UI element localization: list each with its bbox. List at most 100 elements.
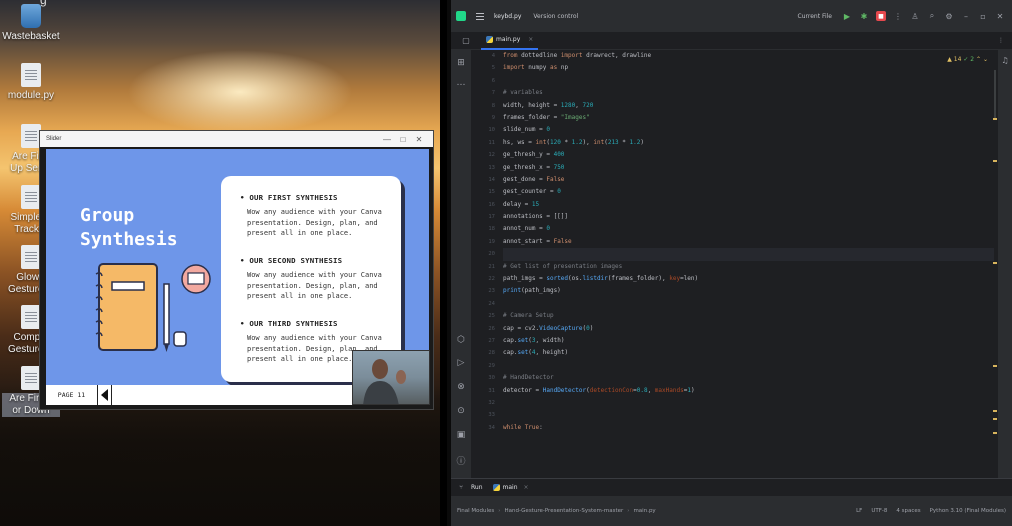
code-line[interactable]: detector = HandDetector(detectionCon=0.8…	[503, 385, 994, 397]
code-line[interactable]: annotations = [[]]	[503, 211, 994, 223]
interpreter-indicator[interactable]: Python 3.10 (Final Modules)	[930, 508, 1006, 514]
file-icon	[21, 124, 41, 148]
eraser-icon	[173, 331, 187, 347]
line-number: 15	[488, 189, 495, 196]
warning-marker[interactable]	[993, 262, 997, 264]
restore-window-icon[interactable]: ▫	[978, 11, 988, 21]
tab-options-icon[interactable]: ⋮	[998, 37, 1004, 44]
code-line[interactable]: path_imgs = sorted(os.listdir(frames_fol…	[503, 273, 994, 285]
code-line[interactable]: gest_done = False	[503, 174, 994, 186]
breadcrumb-item[interactable]: Hand-Gesture-Presentation-System-master	[505, 508, 624, 514]
code-line[interactable]	[503, 360, 994, 372]
terminal-icon[interactable]: ▣	[451, 430, 471, 440]
stop-icon[interactable]: ■	[876, 11, 886, 21]
minimize-button[interactable]: —	[379, 135, 395, 144]
python-packages-icon[interactable]: ⬡	[451, 335, 471, 345]
synthesis-body-line: present all in one place.	[247, 229, 353, 238]
code-line[interactable]: from dottedline import drawrect, drawlin…	[503, 50, 994, 62]
code-line[interactable]: cap = cv2.VideoCapture(0)	[503, 323, 994, 335]
code-line[interactable]: ge_thresh_x = 750	[503, 162, 994, 174]
run-configuration-dropdown[interactable]: Current File	[798, 13, 832, 20]
page-number: PAGE 11	[46, 385, 98, 405]
code-line[interactable]: cap.set(3, width)	[503, 335, 994, 347]
breadcrumb-item[interactable]: main.py	[633, 508, 655, 514]
code-line[interactable]: # variables	[503, 87, 994, 99]
code-line[interactable]: cap.set(4, height)	[503, 347, 994, 359]
code-line[interactable]: annot_start = False	[503, 236, 994, 248]
version-control-selector[interactable]: Version control	[533, 13, 578, 20]
run-label[interactable]: Run	[471, 484, 483, 491]
warning-marker[interactable]	[993, 118, 997, 120]
code-line[interactable]: annot_num = 0	[503, 223, 994, 235]
code-line[interactable]	[503, 298, 994, 310]
problems-icon[interactable]: ⊙	[451, 406, 471, 416]
code-line[interactable]: while True:	[503, 422, 994, 434]
code-line[interactable]: hs, ws = int(120 * 1.2), int(213 * 1.2)	[503, 137, 994, 149]
close-window-icon[interactable]: ✕	[995, 11, 1005, 21]
account-icon[interactable]: ♙	[910, 11, 920, 21]
code-line[interactable]: gest_counter = 0	[503, 186, 994, 198]
previous-slide-button[interactable]	[98, 385, 112, 405]
code-editor[interactable]: from dottedline import drawrect, drawlin…	[503, 50, 994, 478]
maximize-button[interactable]: □	[395, 135, 411, 144]
viewer-titlebar[interactable]: Slider — □ ✕	[40, 131, 433, 147]
breadcrumb-item[interactable]: Final Modules	[457, 508, 494, 514]
code-line[interactable]: delay = 15	[503, 199, 994, 211]
warning-marker[interactable]	[993, 418, 997, 420]
synthesis-title: OUR SECOND SYNTHESIS	[240, 256, 390, 265]
code-line[interactable]	[503, 248, 994, 261]
structure-icon[interactable]: ⊞	[451, 58, 471, 68]
minimize-window-icon[interactable]: –	[961, 11, 971, 21]
warning-marker[interactable]	[993, 410, 997, 412]
more-tools-icon[interactable]: …	[451, 78, 471, 88]
code-line[interactable]: # Get list of presentation images	[503, 261, 994, 273]
project-selector[interactable]: keybd.py	[494, 13, 521, 20]
line-number: 7	[491, 90, 495, 97]
code-line[interactable]: frames_folder = "Images"	[503, 112, 994, 124]
warning-marker[interactable]	[993, 160, 997, 162]
run-tool-icon[interactable]: ▷	[451, 358, 471, 368]
layers-icon[interactable]: ⊗	[451, 382, 471, 392]
notifications-icon[interactable]: ♫	[998, 56, 1012, 65]
info-icon[interactable]: ⓘ	[451, 454, 471, 467]
code-line[interactable]	[503, 409, 994, 421]
debug-icon[interactable]: ✱	[859, 11, 869, 21]
file-icon	[21, 185, 41, 209]
project-files-icon[interactable]: ▢	[451, 36, 481, 45]
code-line[interactable]	[503, 397, 994, 409]
close-button[interactable]: ✕	[411, 135, 427, 144]
close-tab-icon[interactable]: ×	[528, 36, 533, 43]
code-line[interactable]: print(path_imgs)	[503, 285, 994, 297]
line-number: 31	[488, 387, 495, 394]
indent-indicator[interactable]: 4 spaces	[896, 508, 920, 514]
inspection-widget[interactable]: ▲ 14 ✓ 2 ⌃ ⌄	[947, 56, 988, 63]
desktop-icon-module-py[interactable]: module.py	[2, 63, 60, 102]
chevron-down-icon[interactable]: ⌄	[983, 56, 988, 63]
line-separator-indicator[interactable]: LF	[856, 508, 862, 514]
code-line[interactable]: width, height = 1280, 720	[503, 100, 994, 112]
search-icon[interactable]: ⌕	[927, 11, 937, 21]
run-icon[interactable]: ▶	[842, 11, 852, 21]
more-actions-icon[interactable]: ⋮	[893, 11, 903, 21]
warning-marker[interactable]	[993, 432, 997, 434]
person-silhouette-icon	[363, 359, 406, 404]
ide-titlebar: keybd.py Version control Current File ▶ …	[451, 0, 1012, 32]
code-line[interactable]: # Camera Setup	[503, 310, 994, 322]
tab-main-py[interactable]: main.py ×	[481, 32, 539, 50]
code-line[interactable]: import numpy as np	[503, 62, 994, 74]
code-line[interactable]: ge_thresh_y = 400	[503, 149, 994, 161]
run-tab-main[interactable]: main ×	[492, 484, 529, 491]
chevron-up-icon[interactable]: ⌃	[976, 56, 981, 63]
slide-heading-line1: Group	[80, 205, 135, 226]
encoding-indicator[interactable]: UTF-8	[871, 508, 887, 514]
hamburger-menu-icon[interactable]	[476, 12, 484, 20]
settings-gear-icon[interactable]: ⚙	[944, 11, 954, 21]
code-line[interactable]: slide_num = 0	[503, 124, 994, 136]
webcam-feed	[352, 350, 430, 405]
close-tab-icon[interactable]: ×	[524, 484, 529, 491]
code-line[interactable]	[503, 75, 994, 87]
code-line[interactable]: # HandDetector	[503, 372, 994, 384]
desktop-icon-wastebasket[interactable]: Wastebasket	[2, 4, 60, 43]
synthesis-section: OUR FIRST SYNTHESIS Wow any audience wit…	[240, 193, 390, 239]
warning-marker[interactable]	[993, 365, 997, 367]
